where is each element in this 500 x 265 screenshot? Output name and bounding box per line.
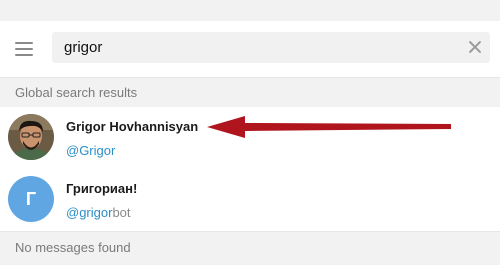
search-result-item[interactable]: Г Григориан! @grigorbot [0, 169, 500, 231]
no-messages-footer: No messages found [0, 231, 500, 265]
result-name: Григориан! [66, 181, 138, 196]
result-name: Grigor Hovhannisyan [66, 119, 199, 134]
avatar-letter: Г [25, 188, 37, 209]
result-handle: @Grigor [66, 143, 116, 158]
avatar-photo-icon [8, 114, 54, 160]
clear-search-icon[interactable] [468, 40, 482, 54]
top-strip [0, 0, 500, 21]
avatar: Г [8, 176, 54, 222]
search-header [0, 21, 500, 76]
section-label: Global search results [15, 85, 138, 100]
search-box [52, 32, 490, 63]
result-handle: @grigorbot [66, 205, 131, 220]
no-messages-label: No messages found [15, 240, 131, 255]
avatar [8, 114, 54, 160]
annotation-arrow-icon [207, 116, 451, 138]
search-input[interactable] [64, 36, 444, 59]
global-search-header: Global search results [0, 77, 500, 107]
hamburger-menu-icon[interactable] [12, 39, 38, 59]
